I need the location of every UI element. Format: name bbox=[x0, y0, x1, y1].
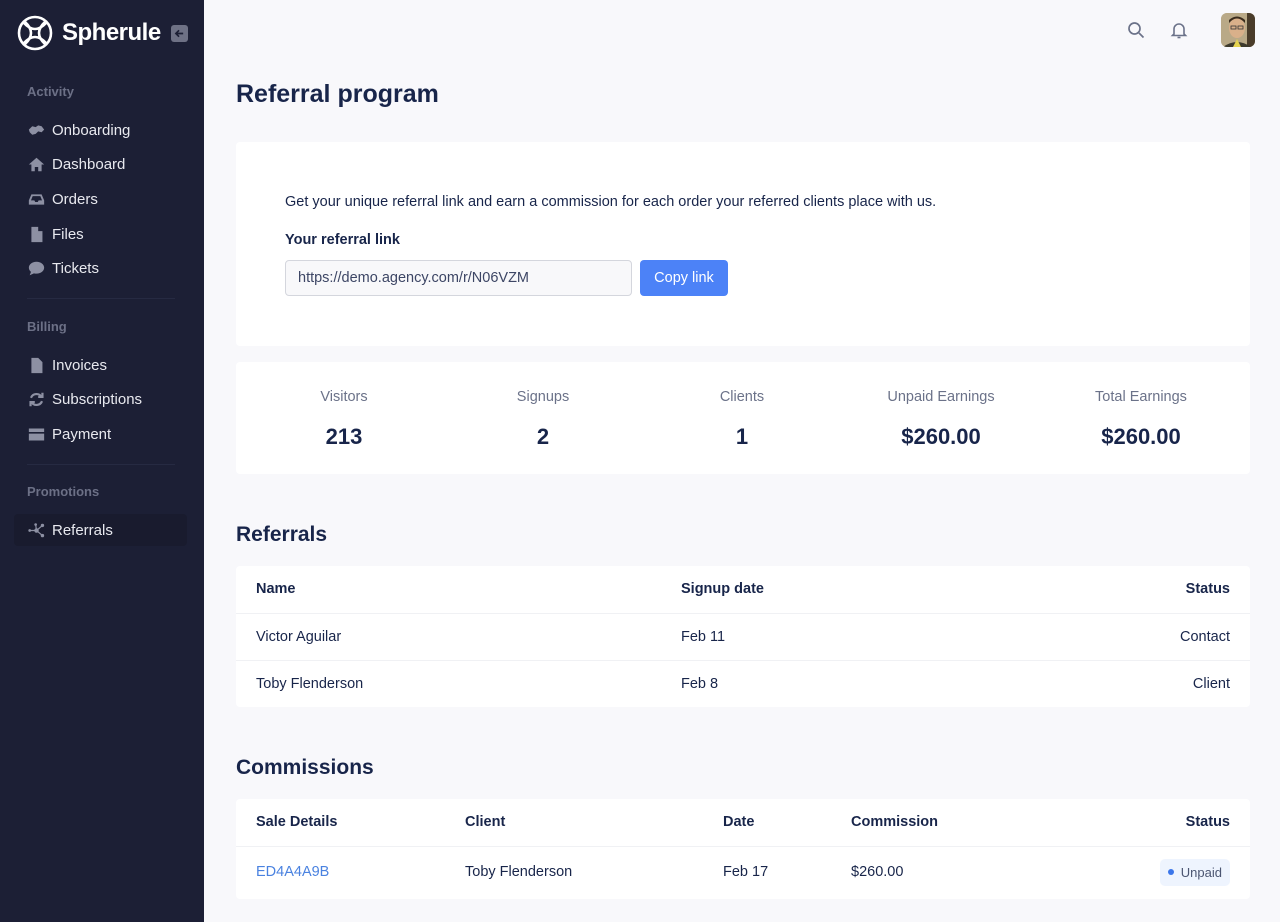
status-badge-label: Unpaid bbox=[1180, 864, 1222, 880]
credit-card-icon bbox=[27, 425, 45, 443]
file-icon bbox=[27, 225, 45, 243]
commissions-table-card: Sale Details Client Date Commission Stat… bbox=[236, 799, 1250, 899]
invoice-icon bbox=[27, 356, 45, 374]
sidebar-item-label: Referrals bbox=[52, 521, 113, 539]
search-icon bbox=[1128, 22, 1145, 39]
stat-value: $260.00 bbox=[901, 424, 981, 449]
sidebar-item-label: Invoices bbox=[52, 356, 108, 374]
stat-value: $260.00 bbox=[1101, 424, 1181, 449]
bell-icon bbox=[1170, 23, 1188, 39]
referral-status: Contact bbox=[1001, 612, 1250, 660]
stat-value: 1 bbox=[735, 424, 749, 449]
table-row[interactable]: Victor Aguilar Feb 11 Contact bbox=[236, 612, 1250, 660]
column-header-sale-details: Sale Details bbox=[256, 814, 338, 831]
sidebar-item-subscriptions[interactable]: Subscriptions bbox=[14, 383, 187, 415]
table-header-row: Name Signup date Status bbox=[236, 566, 1250, 613]
referral-signup-date: Feb 11 bbox=[661, 612, 1002, 660]
sidebar-item-orders[interactable]: Orders bbox=[14, 183, 187, 215]
section-label-activity: Activity bbox=[27, 84, 74, 99]
stat-label: Unpaid Earnings bbox=[887, 389, 995, 405]
sidebar-divider bbox=[27, 298, 175, 299]
status-badge: Unpaid bbox=[1159, 858, 1230, 886]
copy-link-button[interactable]: Copy link bbox=[640, 260, 728, 296]
commissions-table: Sale Details Client Date Commission Stat… bbox=[236, 799, 1250, 898]
stat-value: 2 bbox=[536, 424, 550, 449]
network-icon bbox=[27, 521, 45, 539]
sidebar-item-label: Payment bbox=[52, 425, 112, 443]
sidebar-item-dashboard[interactable]: Dashboard bbox=[14, 148, 187, 180]
sidebar-item-label: Tickets bbox=[52, 259, 99, 277]
sale-details-link[interactable]: ED4A4A9B bbox=[256, 864, 329, 880]
sidebar-item-label: Dashboard bbox=[52, 155, 126, 173]
referral-name: Toby Flenderson bbox=[236, 659, 661, 707]
column-header-client: Client bbox=[465, 814, 506, 831]
sidebar-item-label: Files bbox=[52, 225, 84, 243]
column-header-status: Status bbox=[1185, 814, 1230, 831]
table-row[interactable]: Toby Flenderson Feb 8 Client bbox=[236, 659, 1250, 707]
commissions-heading: Commissions bbox=[236, 756, 374, 779]
intro-text: Get your unique referral link and earn a… bbox=[285, 194, 937, 210]
brand[interactable]: Spherule bbox=[17, 15, 161, 51]
section-label-billing: Billing bbox=[27, 319, 67, 334]
collapse-sidebar-button[interactable] bbox=[171, 25, 188, 42]
referrals-table-card: Name Signup date Status Victor Aguilar F… bbox=[236, 566, 1250, 707]
stat-value: 213 bbox=[325, 424, 363, 449]
brand-name: Spherule bbox=[62, 19, 161, 46]
sidebar-item-label: Onboarding bbox=[52, 121, 131, 139]
notifications-button[interactable] bbox=[1169, 20, 1189, 40]
sidebar-item-referrals[interactable]: Referrals bbox=[14, 514, 187, 546]
commission-amount: $260.00 bbox=[831, 845, 1056, 898]
handshake-icon bbox=[27, 121, 45, 139]
stats-card: Visitors 213 Signups 2 Clients 1 Unpaid … bbox=[236, 362, 1250, 474]
table-header-row: Sale Details Client Date Commission Stat… bbox=[236, 799, 1250, 846]
stat-label: Total Earnings bbox=[1095, 389, 1187, 405]
sidebar-item-payment[interactable]: Payment bbox=[14, 418, 187, 450]
sidebar-item-tickets[interactable]: Tickets bbox=[14, 252, 187, 284]
column-header-date: Date bbox=[723, 814, 755, 831]
referral-name: Victor Aguilar bbox=[236, 612, 661, 660]
commission-date: Feb 17 bbox=[703, 845, 831, 898]
sidebar-item-onboarding[interactable]: Onboarding bbox=[14, 114, 187, 146]
home-icon bbox=[27, 155, 45, 173]
sidebar: Spherule Activity Onboarding Dashboard O… bbox=[0, 0, 204, 922]
referral-status: Client bbox=[1001, 659, 1250, 707]
arrow-left-icon bbox=[174, 29, 184, 38]
sidebar-item-label: Subscriptions bbox=[52, 390, 143, 408]
stat-label: Clients bbox=[719, 389, 765, 405]
sidebar-item-label: Orders bbox=[52, 190, 98, 208]
column-header-commission: Commission bbox=[851, 814, 939, 831]
commission-client: Toby Flenderson bbox=[445, 845, 703, 898]
inbox-icon bbox=[27, 190, 45, 208]
status-dot-icon bbox=[1167, 869, 1174, 876]
section-label-promotions: Promotions bbox=[27, 484, 100, 499]
column-header-status: Status bbox=[1185, 581, 1230, 598]
column-header-signup-date: Signup date bbox=[681, 581, 764, 598]
user-avatar[interactable] bbox=[1221, 13, 1255, 47]
refresh-icon bbox=[27, 390, 45, 408]
referral-link-input[interactable] bbox=[285, 260, 632, 296]
search-button[interactable] bbox=[1126, 20, 1146, 40]
referral-link-card: Get your unique referral link and earn a… bbox=[236, 142, 1250, 346]
spherule-logo-icon bbox=[17, 15, 53, 51]
avatar-image bbox=[1221, 13, 1255, 47]
stat-label: Visitors bbox=[320, 389, 368, 405]
sidebar-item-files[interactable]: Files bbox=[14, 218, 187, 250]
stat-label: Signups bbox=[516, 389, 570, 405]
page-title: Referral program bbox=[236, 80, 439, 108]
referral-link-label: Your referral link bbox=[285, 232, 400, 248]
column-header-name: Name bbox=[256, 581, 296, 598]
table-row: ED4A4A9B Toby Flenderson Feb 17 $260.00 … bbox=[236, 845, 1250, 898]
sidebar-item-invoices[interactable]: Invoices bbox=[14, 349, 187, 381]
referrals-heading: Referrals bbox=[236, 523, 328, 546]
sidebar-divider bbox=[27, 464, 175, 465]
chat-bubble-icon bbox=[27, 259, 45, 277]
referrals-table: Name Signup date Status Victor Aguilar F… bbox=[236, 566, 1250, 707]
referral-signup-date: Feb 8 bbox=[661, 659, 1002, 707]
